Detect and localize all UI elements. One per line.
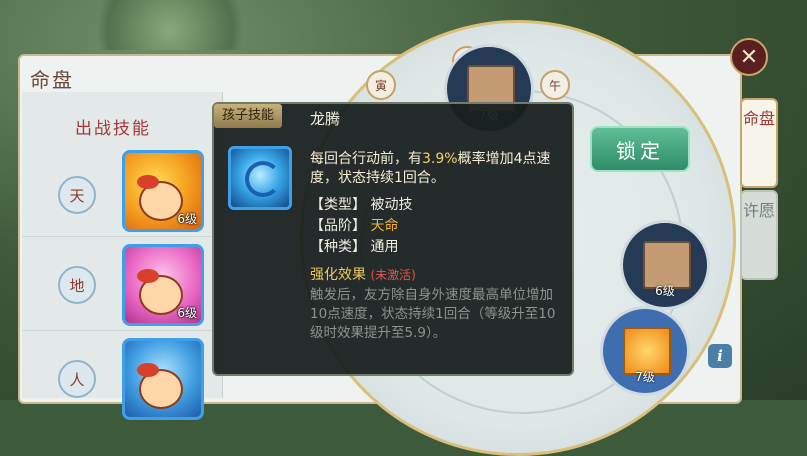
attr-label: 【品阶】 <box>310 218 366 234</box>
skill-card-earth[interactable]: 6级 <box>122 244 204 326</box>
dragon-skill-icon <box>228 146 292 210</box>
row-divider <box>22 236 222 237</box>
wheel-slot-active[interactable]: 7级 <box>600 306 690 396</box>
skill-description: 每回合行动前，有3.9%概率增加4点速度，状态持续1回合。 <box>310 150 560 188</box>
enhancement-header: 强化效果 (未激活) <box>310 264 416 284</box>
attr-value: 通用 <box>370 239 399 255</box>
lock-button[interactable]: 锁定 <box>590 126 690 172</box>
attr-value: 天命 <box>370 218 399 234</box>
attr-kind: 【种类】 通用 <box>310 236 398 256</box>
slot-label-earth: 地 <box>58 266 96 304</box>
attr-value: 被动技 <box>370 197 413 213</box>
attr-grade: 【品阶】 天命 <box>310 215 398 235</box>
desc-percent: 3.9% <box>422 151 458 167</box>
panel-title: 命盘 <box>30 68 74 92</box>
tab-fate[interactable]: 命盘 <box>740 98 778 188</box>
wheel-slot-level: 6级 <box>655 284 675 298</box>
skill-name: 龙腾 <box>310 110 341 128</box>
skill-category-tag: 孩子技能 <box>214 104 283 128</box>
skill-card-sky[interactable]: 6级 <box>122 150 204 232</box>
battle-skills-heading: 出战技能 <box>75 119 151 139</box>
info-icon[interactable]: i <box>708 344 732 368</box>
slot-label-sky: 天 <box>58 176 96 214</box>
skill-level: 6级 <box>177 306 197 320</box>
close-button[interactable]: ✕ <box>730 38 768 76</box>
enhancement-title: 强化效果 <box>310 267 366 283</box>
row-divider <box>22 330 222 331</box>
skill-level: 6级 <box>177 212 197 226</box>
wheel-slot-level: 7级 <box>635 370 655 384</box>
enhancement-description: 触发后，友方除自身外速度最高单位增加10点速度，状态持续1回合（等级升至10级时… <box>310 287 556 341</box>
slot-label-human: 人 <box>58 360 96 398</box>
desc-text: 每回合行动前，有 <box>310 151 422 167</box>
attr-type: 【类型】 被动技 <box>310 194 412 214</box>
skill-card-human[interactable] <box>122 338 204 420</box>
tab-wish[interactable]: 许愿 <box>740 190 778 280</box>
attr-label: 【类型】 <box>310 197 366 213</box>
enhancement-status: (未激活) <box>370 268 416 282</box>
zodiac-label-yin: 寅 <box>366 70 396 100</box>
zodiac-label-wu: 午 <box>540 70 570 100</box>
background-decoration <box>70 0 270 50</box>
wheel-slot[interactable]: 6级 <box>620 220 710 310</box>
child-avatar-icon <box>137 363 183 409</box>
attr-label: 【种类】 <box>310 239 366 255</box>
